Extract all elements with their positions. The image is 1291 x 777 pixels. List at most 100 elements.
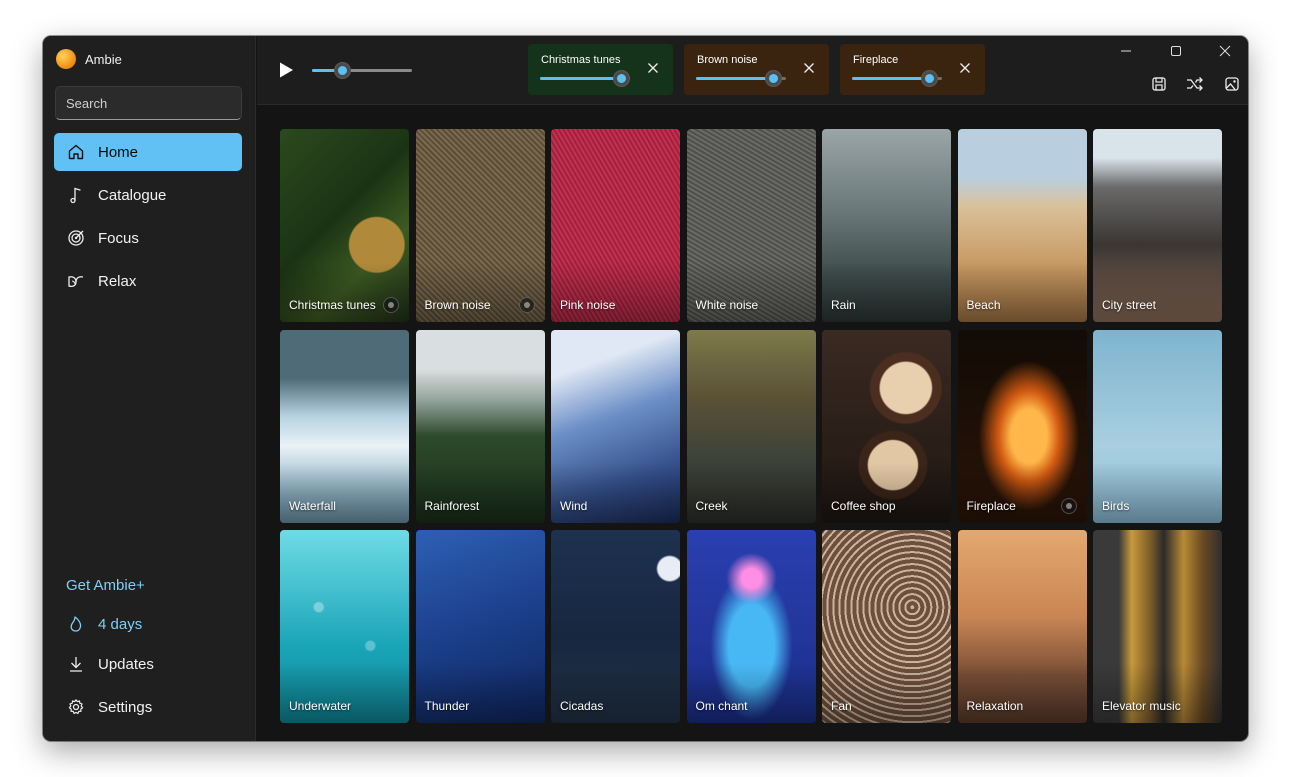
active-sound-chip: Fireplace (840, 44, 985, 95)
sound-tile[interactable]: White noise (686, 129, 816, 322)
sound-tile[interactable]: Brown noise (415, 129, 545, 322)
close-window-icon[interactable] (1214, 43, 1236, 59)
updates-label: Updates (98, 655, 154, 673)
sound-tile[interactable]: Coffee shop (822, 329, 951, 523)
sound-tile-label: White noise (695, 298, 759, 312)
sound-tile[interactable]: Fireplace (957, 329, 1087, 523)
home-icon (66, 142, 86, 162)
search-input[interactable] (66, 95, 242, 111)
streak-label: 4 days (98, 615, 143, 633)
get-ambie-plus-link[interactable]: Get Ambie+ (54, 568, 242, 602)
gear-icon (66, 697, 86, 717)
relax-icon (66, 271, 86, 291)
sound-tile-label: Waterfall (289, 498, 336, 513)
chip-label: Brown noise (697, 54, 758, 66)
sound-tile[interactable]: Birds (1093, 329, 1222, 523)
minimize-icon[interactable] (1115, 43, 1137, 59)
sound-tile-label: Thunder (424, 699, 470, 713)
active-sound-chip: Christmas tunes (528, 44, 673, 95)
download-icon (66, 654, 86, 674)
sound-tile-label: Creek (695, 498, 728, 513)
maximize-icon[interactable] (1165, 43, 1187, 59)
sound-tile-label: Beach (966, 298, 1001, 312)
nav-item-home[interactable]: Home (54, 133, 242, 171)
nav-item-label: Home (98, 143, 139, 161)
settings-item[interactable]: Settings (54, 690, 242, 724)
sound-tile-label: Om chant (695, 699, 748, 713)
image-icon[interactable] (1223, 75, 1241, 93)
chip-volume-slider[interactable] (540, 70, 630, 87)
nav-item-label: Catalogue (98, 186, 167, 204)
sound-tile-label: Pink noise (560, 298, 616, 312)
updates-item[interactable]: Updates (54, 647, 242, 681)
main-nav: Home Catalogue Focus Relax (54, 133, 242, 305)
close-icon[interactable] (959, 62, 971, 74)
sound-tile-label: City street (1102, 298, 1157, 312)
sound-tile[interactable]: Rain (822, 129, 951, 322)
chip-label: Fireplace (853, 54, 899, 66)
chip-volume-fill (696, 77, 773, 80)
sidebar: Ambie Home Catalogue Focus Relax (43, 36, 256, 741)
sound-tile[interactable]: Beach (957, 129, 1087, 322)
sound-tile[interactable]: Fan (822, 530, 951, 723)
master-volume-thumb[interactable] (334, 62, 351, 79)
sound-tile[interactable]: Pink noise (551, 129, 680, 322)
close-icon[interactable] (803, 62, 815, 74)
streak-item[interactable]: 4 days (54, 607, 242, 641)
sound-tile[interactable]: Thunder (415, 530, 545, 723)
playing-indicator-icon (1060, 497, 1077, 514)
app-window: Ambie Home Catalogue Focus Relax (43, 36, 1248, 741)
nav-item-catalogue[interactable]: Catalogue (54, 176, 242, 214)
brand: Ambie (56, 49, 122, 69)
sound-tile-label: Wind (560, 498, 588, 513)
sound-tile[interactable]: Relaxation (957, 530, 1087, 723)
get-ambie-plus-label: Get Ambie+ (66, 576, 145, 594)
sound-tile[interactable]: Elevator music (1093, 530, 1222, 723)
sound-tile[interactable]: Cicadas (551, 530, 680, 723)
save-icon[interactable] (1150, 75, 1168, 93)
chip-volume-thumb[interactable] (764, 70, 782, 87)
sound-tile-label: Christmas tunes (289, 298, 376, 312)
sound-tile-label: Fireplace (966, 498, 1016, 513)
sound-tile-label: Relaxation (966, 699, 1024, 713)
chip-volume-fill (852, 77, 929, 80)
app-logo-icon (56, 49, 76, 69)
sound-tile[interactable]: Om chant (686, 530, 816, 723)
playing-indicator-icon (383, 297, 399, 313)
sound-tile-label: Underwater (289, 699, 352, 713)
search-box[interactable] (55, 86, 242, 120)
chip-volume-thumb[interactable] (613, 70, 630, 87)
sound-tile-label: Elevator music (1102, 699, 1181, 713)
sound-tile-label: Coffee shop (831, 498, 896, 513)
chip-volume-slider[interactable] (696, 70, 786, 87)
sound-tile[interactable]: Wind (551, 329, 680, 523)
sound-tile[interactable]: Underwater (280, 530, 409, 723)
chip-volume-slider[interactable] (852, 70, 942, 87)
active-sound-chip: Brown noise (684, 44, 829, 95)
app-title: Ambie (85, 51, 122, 67)
chip-volume-thumb[interactable] (920, 70, 938, 87)
sound-tile[interactable]: Rainforest (415, 329, 545, 523)
sound-tile-label: Cicadas (560, 699, 604, 713)
sound-tile-label: Birds (1102, 498, 1130, 513)
nav-item-focus[interactable]: Focus (54, 219, 242, 257)
master-volume-slider[interactable] (312, 62, 412, 79)
play-icon[interactable] (277, 61, 295, 79)
nav-item-label: Relax (98, 272, 137, 290)
target-icon (66, 228, 86, 248)
sound-tile[interactable]: Waterfall (280, 329, 409, 523)
sound-tile-label: Fan (831, 699, 852, 713)
player-bar: Christmas tunes Brown noise Fireplace (257, 36, 1248, 105)
shuffle-icon[interactable] (1186, 75, 1204, 93)
sound-tile[interactable]: City street (1093, 129, 1222, 322)
sound-tile-label: Rain (831, 298, 856, 312)
playing-indicator-icon (518, 297, 535, 313)
sound-tile[interactable]: Christmas tunes (280, 129, 409, 322)
close-icon[interactable] (647, 62, 659, 74)
chip-label: Christmas tunes (541, 54, 621, 66)
sound-tile-label: Brown noise (424, 298, 491, 312)
music-note-icon (66, 185, 86, 205)
nav-item-relax[interactable]: Relax (54, 262, 242, 300)
sound-tile[interactable]: Creek (686, 329, 816, 523)
sound-tile-label: Rainforest (424, 498, 480, 513)
